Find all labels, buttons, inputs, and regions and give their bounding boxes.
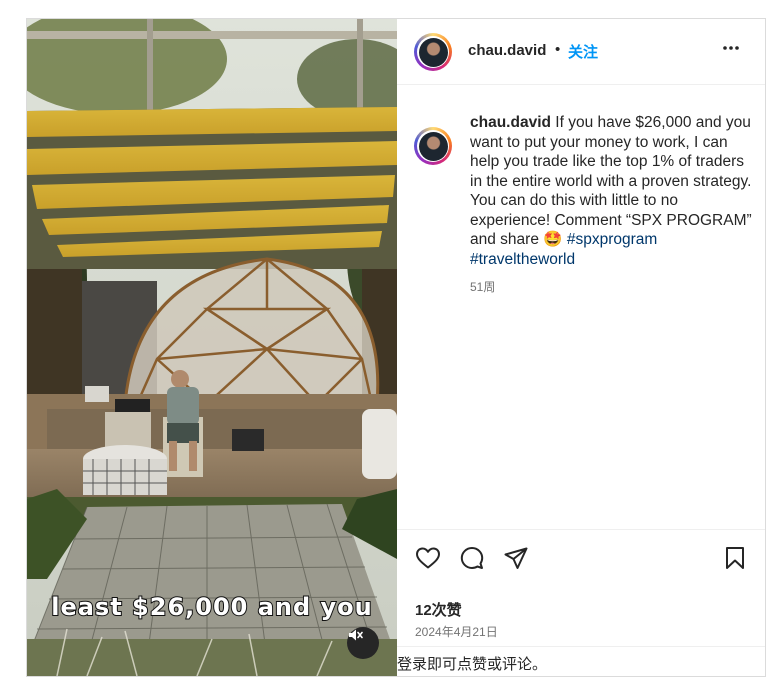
login-prompt-text: 即可点赞或评论。 (427, 656, 548, 673)
share-button[interactable] (503, 546, 529, 575)
mute-button[interactable] (347, 627, 379, 659)
comment-icon (460, 547, 484, 569)
post-header: chau.david • 关注 (397, 19, 765, 85)
login-prompt: 登录即可点赞或评论。 (397, 646, 765, 673)
author-username[interactable]: chau.david (468, 42, 546, 59)
like-button[interactable] (415, 546, 441, 575)
more-horizontal-icon (723, 46, 739, 50)
hashtag-link[interactable]: #spxprogram (567, 231, 657, 248)
post-dialog: least $26,000 and you chau.david • 关注 ch… (26, 18, 766, 677)
author-avatar[interactable] (414, 33, 452, 71)
caption-username[interactable]: chau.david (470, 114, 551, 131)
video-frame (27, 19, 397, 676)
heart-icon (416, 547, 440, 569)
post-sidebar: chau.david • 关注 chau.david If you have $… (397, 19, 765, 676)
paper-plane-icon (504, 547, 528, 569)
caption-time: 51周 (470, 280, 496, 294)
caption-body: If you have $26,000 and you want to put … (470, 114, 752, 248)
hashtag-link[interactable]: #traveltheworld (470, 251, 575, 268)
video-player[interactable]: least $26,000 and you (27, 19, 397, 676)
bookmark-icon (726, 547, 744, 569)
login-link[interactable]: 登录 (397, 656, 427, 673)
post-date: 2024年4月21日 (415, 625, 498, 639)
like-count[interactable]: 12次赞 (415, 599, 462, 620)
follow-button[interactable]: 关注 (568, 41, 598, 62)
caption-text: chau.david If you have $26,000 and you w… (470, 113, 754, 269)
comment-button[interactable] (459, 546, 485, 575)
caption-avatar[interactable] (414, 127, 452, 165)
action-bar: 12次赞 2024年4月21日 登录即可点赞或评论。 (397, 529, 765, 673)
video-caption-overlay: least $26,000 and you (50, 592, 373, 622)
separator-dot: • (555, 41, 561, 58)
more-options-button[interactable] (721, 41, 741, 60)
speaker-muted-icon (349, 629, 363, 641)
save-button[interactable] (724, 546, 746, 575)
